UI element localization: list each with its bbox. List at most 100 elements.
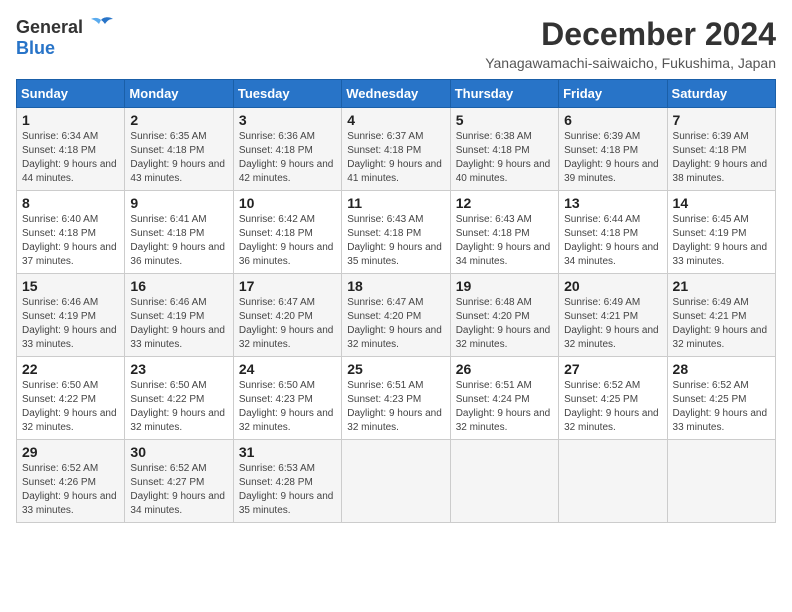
- cell-info: Sunrise: 6:50 AM Sunset: 4:23 PM Dayligh…: [239, 379, 336, 435]
- day-number: 7: [673, 112, 770, 128]
- day-number: 3: [239, 112, 336, 128]
- header-tuesday: Tuesday: [233, 80, 341, 108]
- day-number: 21: [673, 278, 770, 294]
- cell-info: Sunrise: 6:49 AM Sunset: 4:21 PM Dayligh…: [564, 296, 661, 352]
- cell-info: Sunrise: 6:52 AM Sunset: 4:27 PM Dayligh…: [130, 462, 227, 518]
- calendar-cell: 24 Sunrise: 6:50 AM Sunset: 4:23 PM Dayl…: [233, 357, 341, 440]
- calendar-week-row: 29 Sunrise: 6:52 AM Sunset: 4:26 PM Dayl…: [17, 440, 776, 523]
- header-monday: Monday: [125, 80, 233, 108]
- day-number: 11: [347, 195, 444, 211]
- cell-info: Sunrise: 6:43 AM Sunset: 4:18 PM Dayligh…: [347, 213, 444, 269]
- cell-info: Sunrise: 6:43 AM Sunset: 4:18 PM Dayligh…: [456, 213, 553, 269]
- cell-info: Sunrise: 6:51 AM Sunset: 4:24 PM Dayligh…: [456, 379, 553, 435]
- calendar-cell: 12 Sunrise: 6:43 AM Sunset: 4:18 PM Dayl…: [450, 191, 558, 274]
- day-number: 28: [673, 361, 770, 377]
- day-number: 13: [564, 195, 661, 211]
- cell-info: Sunrise: 6:36 AM Sunset: 4:18 PM Dayligh…: [239, 130, 336, 186]
- calendar-cell: 27 Sunrise: 6:52 AM Sunset: 4:25 PM Dayl…: [559, 357, 667, 440]
- day-number: 10: [239, 195, 336, 211]
- day-number: 14: [673, 195, 770, 211]
- calendar-cell: 21 Sunrise: 6:49 AM Sunset: 4:21 PM Dayl…: [667, 274, 775, 357]
- calendar-cell: 28 Sunrise: 6:52 AM Sunset: 4:25 PM Dayl…: [667, 357, 775, 440]
- cell-info: Sunrise: 6:45 AM Sunset: 4:19 PM Dayligh…: [673, 213, 770, 269]
- calendar-cell: [450, 440, 558, 523]
- cell-info: Sunrise: 6:41 AM Sunset: 4:18 PM Dayligh…: [130, 213, 227, 269]
- calendar-cell: 17 Sunrise: 6:47 AM Sunset: 4:20 PM Dayl…: [233, 274, 341, 357]
- calendar-cell: 11 Sunrise: 6:43 AM Sunset: 4:18 PM Dayl…: [342, 191, 450, 274]
- calendar-week-row: 15 Sunrise: 6:46 AM Sunset: 4:19 PM Dayl…: [17, 274, 776, 357]
- day-number: 4: [347, 112, 444, 128]
- calendar-cell: 22 Sunrise: 6:50 AM Sunset: 4:22 PM Dayl…: [17, 357, 125, 440]
- cell-info: Sunrise: 6:47 AM Sunset: 4:20 PM Dayligh…: [239, 296, 336, 352]
- day-number: 15: [22, 278, 119, 294]
- day-number: 19: [456, 278, 553, 294]
- day-number: 1: [22, 112, 119, 128]
- calendar-cell: 8 Sunrise: 6:40 AM Sunset: 4:18 PM Dayli…: [17, 191, 125, 274]
- cell-info: Sunrise: 6:42 AM Sunset: 4:18 PM Dayligh…: [239, 213, 336, 269]
- calendar-cell: 4 Sunrise: 6:37 AM Sunset: 4:18 PM Dayli…: [342, 108, 450, 191]
- day-number: 8: [22, 195, 119, 211]
- day-number: 27: [564, 361, 661, 377]
- calendar-cell: 30 Sunrise: 6:52 AM Sunset: 4:27 PM Dayl…: [125, 440, 233, 523]
- day-number: 18: [347, 278, 444, 294]
- calendar-cell: 7 Sunrise: 6:39 AM Sunset: 4:18 PM Dayli…: [667, 108, 775, 191]
- location-title: Yanagawamachi-saiwaicho, Fukushima, Japa…: [485, 55, 776, 71]
- calendar-cell: 9 Sunrise: 6:41 AM Sunset: 4:18 PM Dayli…: [125, 191, 233, 274]
- cell-info: Sunrise: 6:52 AM Sunset: 4:25 PM Dayligh…: [564, 379, 661, 435]
- calendar-header-row: SundayMondayTuesdayWednesdayThursdayFrid…: [17, 80, 776, 108]
- cell-info: Sunrise: 6:46 AM Sunset: 4:19 PM Dayligh…: [130, 296, 227, 352]
- cell-info: Sunrise: 6:46 AM Sunset: 4:19 PM Dayligh…: [22, 296, 119, 352]
- cell-info: Sunrise: 6:39 AM Sunset: 4:18 PM Dayligh…: [673, 130, 770, 186]
- calendar-cell: [342, 440, 450, 523]
- cell-info: Sunrise: 6:48 AM Sunset: 4:20 PM Dayligh…: [456, 296, 553, 352]
- calendar-cell: 23 Sunrise: 6:50 AM Sunset: 4:22 PM Dayl…: [125, 357, 233, 440]
- day-number: 25: [347, 361, 444, 377]
- calendar-cell: 10 Sunrise: 6:42 AM Sunset: 4:18 PM Dayl…: [233, 191, 341, 274]
- calendar-cell: [559, 440, 667, 523]
- calendar-table: SundayMondayTuesdayWednesdayThursdayFrid…: [16, 79, 776, 523]
- day-number: 2: [130, 112, 227, 128]
- header-wednesday: Wednesday: [342, 80, 450, 108]
- logo-blue: Blue: [16, 38, 55, 58]
- calendar-cell: [667, 440, 775, 523]
- calendar-week-row: 1 Sunrise: 6:34 AM Sunset: 4:18 PM Dayli…: [17, 108, 776, 191]
- logo-general: General: [16, 17, 83, 38]
- calendar-cell: 13 Sunrise: 6:44 AM Sunset: 4:18 PM Dayl…: [559, 191, 667, 274]
- header-saturday: Saturday: [667, 80, 775, 108]
- cell-info: Sunrise: 6:39 AM Sunset: 4:18 PM Dayligh…: [564, 130, 661, 186]
- day-number: 6: [564, 112, 661, 128]
- cell-info: Sunrise: 6:38 AM Sunset: 4:18 PM Dayligh…: [456, 130, 553, 186]
- cell-info: Sunrise: 6:35 AM Sunset: 4:18 PM Dayligh…: [130, 130, 227, 186]
- calendar-cell: 20 Sunrise: 6:49 AM Sunset: 4:21 PM Dayl…: [559, 274, 667, 357]
- header-friday: Friday: [559, 80, 667, 108]
- day-number: 16: [130, 278, 227, 294]
- calendar-cell: 3 Sunrise: 6:36 AM Sunset: 4:18 PM Dayli…: [233, 108, 341, 191]
- cell-info: Sunrise: 6:51 AM Sunset: 4:23 PM Dayligh…: [347, 379, 444, 435]
- calendar-cell: 6 Sunrise: 6:39 AM Sunset: 4:18 PM Dayli…: [559, 108, 667, 191]
- day-number: 9: [130, 195, 227, 211]
- day-number: 17: [239, 278, 336, 294]
- cell-info: Sunrise: 6:37 AM Sunset: 4:18 PM Dayligh…: [347, 130, 444, 186]
- day-number: 24: [239, 361, 336, 377]
- day-number: 23: [130, 361, 227, 377]
- cell-info: Sunrise: 6:52 AM Sunset: 4:26 PM Dayligh…: [22, 462, 119, 518]
- header-thursday: Thursday: [450, 80, 558, 108]
- calendar-cell: 5 Sunrise: 6:38 AM Sunset: 4:18 PM Dayli…: [450, 108, 558, 191]
- calendar-week-row: 22 Sunrise: 6:50 AM Sunset: 4:22 PM Dayl…: [17, 357, 776, 440]
- day-number: 31: [239, 444, 336, 460]
- day-number: 5: [456, 112, 553, 128]
- calendar-cell: 14 Sunrise: 6:45 AM Sunset: 4:19 PM Dayl…: [667, 191, 775, 274]
- day-number: 26: [456, 361, 553, 377]
- day-number: 22: [22, 361, 119, 377]
- cell-info: Sunrise: 6:44 AM Sunset: 4:18 PM Dayligh…: [564, 213, 661, 269]
- calendar-cell: 2 Sunrise: 6:35 AM Sunset: 4:18 PM Dayli…: [125, 108, 233, 191]
- page-header: General Blue December 2024 Yanagawamachi…: [16, 16, 776, 71]
- calendar-cell: 1 Sunrise: 6:34 AM Sunset: 4:18 PM Dayli…: [17, 108, 125, 191]
- logo-bird-icon: [87, 16, 115, 38]
- calendar-cell: 26 Sunrise: 6:51 AM Sunset: 4:24 PM Dayl…: [450, 357, 558, 440]
- cell-info: Sunrise: 6:40 AM Sunset: 4:18 PM Dayligh…: [22, 213, 119, 269]
- calendar-week-row: 8 Sunrise: 6:40 AM Sunset: 4:18 PM Dayli…: [17, 191, 776, 274]
- day-number: 30: [130, 444, 227, 460]
- header-sunday: Sunday: [17, 80, 125, 108]
- calendar-cell: 16 Sunrise: 6:46 AM Sunset: 4:19 PM Dayl…: [125, 274, 233, 357]
